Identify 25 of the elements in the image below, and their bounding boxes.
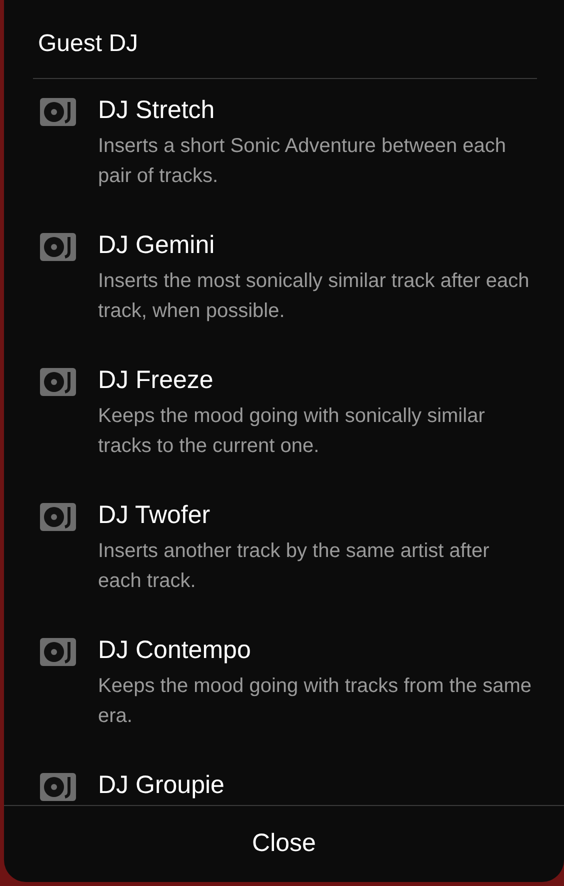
turntable-icon — [40, 233, 76, 261]
dj-description: Inserts the most sonically similar track after each track, when possible. — [98, 269, 530, 324]
dj-name: DJ Twofer — [98, 500, 212, 530]
dj-name: DJ Stretch — [98, 95, 216, 125]
turntable-icon — [40, 773, 76, 801]
dj-option[interactable]: DJ Twofer Inserts another track by the same artist after each track. — [40, 500, 564, 635]
dj-description: Keeps the mood going with tracks from the same era. — [98, 674, 533, 729]
dj-description: Inserts a short Sonic Adventure between each pair of tracks. — [98, 134, 508, 189]
turntable-icon — [40, 638, 76, 666]
dj-option[interactable]: DJ Contempo Keeps the mood going with tracks from the same era. — [40, 635, 564, 770]
dj-name: DJ Contempo — [98, 635, 252, 665]
dj-option[interactable]: DJ Groupie — [40, 770, 564, 805]
turntable-icon — [40, 503, 76, 531]
dj-description: Inserts another track by the same artist after each track. — [98, 539, 490, 594]
dj-name: DJ Freeze — [98, 365, 214, 395]
close-button[interactable]: Close — [4, 806, 564, 882]
turntable-icon — [40, 368, 76, 396]
dj-description: Keeps the mood going with sonically similar tracks to the current one. — [98, 404, 486, 459]
dj-name: DJ Groupie — [98, 770, 224, 800]
dj-option[interactable]: DJ Freeze Keeps the mood going with sonically similar tracks to the current one. — [40, 365, 564, 500]
dj-option[interactable]: DJ Gemini Inserts the most sonically similar track after each track, when possible. — [40, 230, 564, 365]
dj-option[interactable]: DJ Stretch Inserts a short Sonic Adventure between each pair of tracks. — [40, 95, 564, 230]
dj-name: DJ Gemini — [98, 230, 216, 260]
sheet-title: Guest DJ — [37, 29, 140, 59]
turntable-icon — [40, 98, 76, 126]
